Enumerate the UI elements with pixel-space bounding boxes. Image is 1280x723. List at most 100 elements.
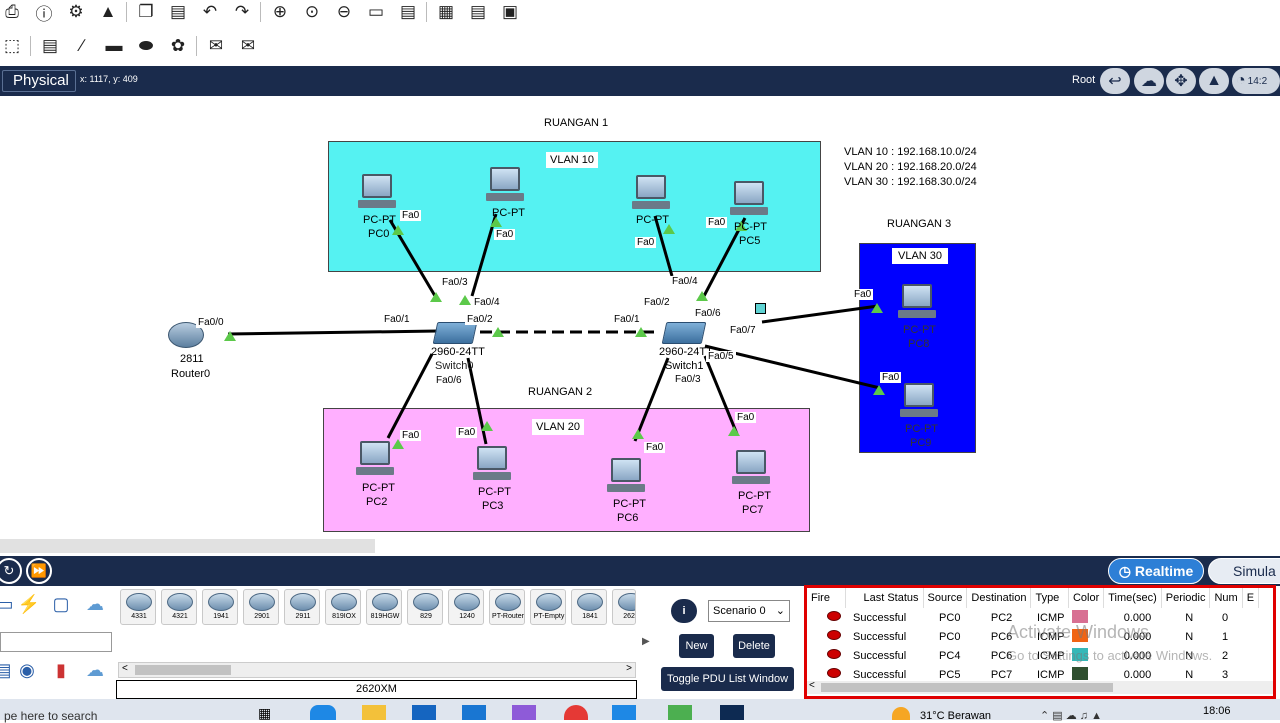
simple-pdu-icon[interactable]: ✉: [204, 35, 228, 57]
device-dialog-icon[interactable]: ▤: [466, 1, 490, 23]
custom-device-icon[interactable]: ▤: [396, 1, 420, 23]
device-tile[interactable]: 819HGW: [366, 589, 402, 625]
activity-wizard-icon[interactable]: ▲: [96, 1, 120, 23]
network-wizard-icon[interactable]: ⚙: [64, 1, 88, 23]
drawing-palette-icon[interactable]: ▭: [364, 1, 388, 23]
switch0-icon[interactable]: [432, 322, 478, 344]
access-point-icon[interactable]: ◉: [12, 658, 42, 682]
clock-button[interactable]: ◔ 14:2: [1232, 68, 1280, 94]
app-icon[interactable]: [512, 705, 536, 720]
move-icon[interactable]: ✥: [1166, 68, 1196, 94]
store-icon[interactable]: [412, 705, 436, 720]
pc9-icon[interactable]: [898, 383, 938, 419]
device-tile[interactable]: 4331: [120, 589, 156, 625]
scroll-thumb[interactable]: [135, 665, 231, 675]
fire-icon[interactable]: [827, 649, 841, 659]
cloud-icon[interactable]: ☁: [80, 592, 110, 616]
device-tile[interactable]: 1941: [202, 589, 238, 625]
device-tile[interactable]: PT-Router: [489, 589, 525, 625]
scroll-thumb[interactable]: [821, 683, 1113, 692]
panel-collapse-icon[interactable]: ▶: [642, 636, 650, 647]
device-tile[interactable]: 819IOX: [325, 589, 361, 625]
realtime-button[interactable]: ◷ Realtime: [1108, 558, 1204, 584]
task-view-icon[interactable]: ▦: [258, 705, 271, 722]
device-tile[interactable]: 2901: [243, 589, 279, 625]
scroll-right-icon[interactable]: >: [626, 663, 632, 674]
edge-icon[interactable]: [310, 705, 336, 720]
cloud-icon[interactable]: ☁: [1134, 68, 1164, 94]
physical-mode-button[interactable]: Physical: [2, 70, 76, 92]
pc8-icon[interactable]: [896, 284, 936, 320]
device-tile[interactable]: 2620: [612, 589, 636, 625]
freeform-icon[interactable]: ✿: [166, 35, 190, 57]
column-header[interactable]: Last Status: [845, 588, 924, 608]
pc4-icon[interactable]: [630, 175, 670, 211]
chrome-icon[interactable]: [564, 705, 588, 720]
fire-icon[interactable]: [827, 611, 841, 621]
back-icon[interactable]: ↩: [1100, 68, 1130, 94]
note-icon[interactable]: ▤: [38, 35, 62, 57]
select-icon[interactable]: ⬚: [0, 35, 24, 57]
scenario-select[interactable]: Scenario 0 ⌄: [708, 600, 790, 622]
pc5-icon[interactable]: [728, 181, 768, 217]
weather-text[interactable]: 31°C Berawan: [920, 710, 991, 722]
toggle-pdu-list-button[interactable]: Toggle PDU List Window: [661, 667, 794, 691]
app-icon[interactable]: [668, 705, 692, 720]
photoshop-icon[interactable]: [720, 705, 744, 720]
system-tray-icons[interactable]: ⌃ ▤ ☁ ♫ ▲: [1040, 709, 1102, 722]
simulation-button[interactable]: Simula: [1208, 558, 1280, 584]
zoom-out-icon[interactable]: ⊖: [332, 1, 356, 23]
complex-pdu-icon[interactable]: ✉: [236, 35, 260, 57]
taskbar-search[interactable]: pe here to search: [4, 709, 97, 723]
device-tile[interactable]: 1240: [448, 589, 484, 625]
ellipse-icon[interactable]: ⬬: [134, 35, 158, 57]
pdu-list-scrollbar[interactable]: <: [807, 680, 1273, 694]
fast-forward-icon[interactable]: ⏩: [26, 558, 52, 584]
info-icon[interactable]: ⓘ: [32, 1, 56, 24]
power-cycle-icon[interactable]: ↻: [0, 558, 22, 584]
notes-icon[interactable]: ▦: [434, 1, 458, 23]
fire-icon[interactable]: [827, 630, 841, 640]
background-image-icon[interactable]: ▲: [1199, 68, 1229, 94]
column-header[interactable]: E: [1242, 588, 1260, 608]
column-header[interactable]: Source: [923, 588, 968, 608]
pc3-icon[interactable]: [471, 446, 511, 482]
file-explorer-icon[interactable]: [362, 705, 386, 720]
column-header[interactable]: Type: [1030, 588, 1069, 608]
connections-icon[interactable]: ⚡: [14, 592, 44, 616]
print-icon[interactable]: ⎙: [0, 1, 24, 23]
device-tile[interactable]: 4321: [161, 589, 197, 625]
canvas-scrollbar[interactable]: [0, 539, 375, 553]
device-search-box[interactable]: [0, 632, 112, 652]
zoom-in-icon[interactable]: ⊕: [268, 1, 292, 23]
fire-icon[interactable]: [827, 668, 841, 678]
column-header[interactable]: Periodic: [1161, 588, 1211, 608]
image-viewer-icon[interactable]: ▣: [498, 1, 522, 23]
wan-emulation-icon[interactable]: ☁: [80, 658, 110, 682]
scroll-left-icon[interactable]: <: [809, 680, 815, 691]
column-header[interactable]: Color: [1068, 588, 1105, 608]
column-header[interactable]: Fire: [807, 588, 846, 608]
pc0-icon[interactable]: [356, 174, 396, 210]
scroll-left-icon[interactable]: <: [119, 663, 128, 674]
column-header[interactable]: Num: [1209, 588, 1243, 608]
device-tile[interactable]: 1841: [571, 589, 607, 625]
line-icon[interactable]: ∕: [70, 35, 94, 57]
column-header[interactable]: Time(sec): [1103, 588, 1162, 608]
delete-scenario-button[interactable]: Delete: [733, 634, 775, 658]
vscode-icon[interactable]: [612, 705, 636, 720]
device-list-scrollbar[interactable]: < >: [118, 662, 636, 678]
taskbar-clock[interactable]: 18:06: [1203, 705, 1231, 717]
security-icon[interactable]: ▮: [46, 658, 76, 682]
column-header[interactable]: Destination: [966, 588, 1032, 608]
switch1-icon[interactable]: [661, 322, 707, 344]
pc2-icon[interactable]: [354, 441, 394, 477]
device-tile[interactable]: PT-Empty: [530, 589, 566, 625]
paste-icon[interactable]: ▤: [166, 1, 190, 23]
pc7-icon[interactable]: [730, 450, 770, 486]
device-tile[interactable]: 2911: [284, 589, 320, 625]
scenario-info-icon[interactable]: i: [671, 599, 697, 623]
rectangle-icon[interactable]: ▬: [102, 35, 126, 57]
device-tile[interactable]: 829: [407, 589, 443, 625]
copy-icon[interactable]: ❐: [134, 1, 158, 23]
